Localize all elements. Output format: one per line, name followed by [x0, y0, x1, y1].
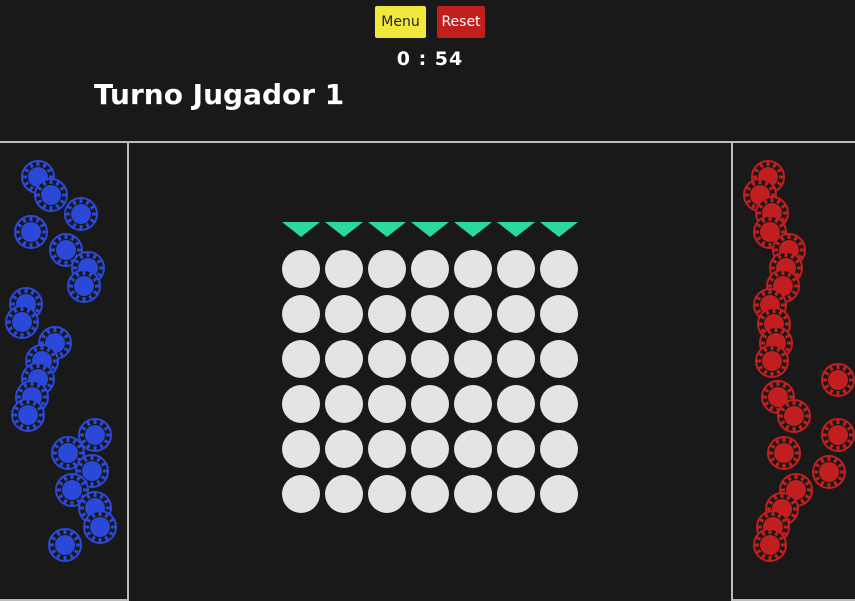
board-cell[interactable] [411, 430, 449, 468]
board-cell[interactable] [411, 385, 449, 423]
turn-indicator: Turno Jugador 1 [94, 78, 345, 111]
player2-chip[interactable] [754, 343, 790, 379]
board-cell[interactable] [540, 385, 578, 423]
player1-chip[interactable] [77, 417, 113, 453]
player2-chip[interactable] [820, 417, 855, 453]
board-cell[interactable] [368, 295, 406, 333]
drop-arrow-column-2[interactable] [325, 222, 363, 237]
player1-chip[interactable] [63, 196, 99, 232]
drop-arrow-column-5[interactable] [454, 222, 492, 237]
player1-chip[interactable] [10, 397, 46, 433]
board-cell[interactable] [540, 430, 578, 468]
board-cell[interactable] [454, 295, 492, 333]
player1-chip[interactable] [66, 268, 102, 304]
board-cell[interactable] [368, 475, 406, 513]
player1-chip[interactable] [47, 527, 83, 563]
reset-button[interactable]: Reset [437, 6, 485, 38]
player2-chip[interactable] [811, 454, 847, 490]
player1-chip[interactable] [4, 304, 40, 340]
board-cell[interactable] [411, 295, 449, 333]
board-cell[interactable] [540, 340, 578, 378]
drop-arrow-column-6[interactable] [497, 222, 535, 237]
board-cell[interactable] [497, 430, 535, 468]
board-cell[interactable] [411, 250, 449, 288]
game-board [282, 222, 580, 513]
board-cell[interactable] [454, 340, 492, 378]
board-cell[interactable] [454, 430, 492, 468]
board-cell[interactable] [325, 250, 363, 288]
board-cell[interactable] [325, 340, 363, 378]
board-cell[interactable] [282, 295, 320, 333]
board-cell[interactable] [368, 340, 406, 378]
board-cell[interactable] [497, 385, 535, 423]
drop-arrow-column-1[interactable] [282, 222, 320, 237]
top-bar: Menu Reset 0 : 54 Turno Jugador 1 [0, 0, 855, 141]
drop-arrow-column-7[interactable] [540, 222, 578, 237]
board-cell[interactable] [411, 475, 449, 513]
board-cell[interactable] [497, 475, 535, 513]
board-cell[interactable] [497, 340, 535, 378]
board-cell[interactable] [454, 250, 492, 288]
board-cell[interactable] [540, 295, 578, 333]
board-cell[interactable] [325, 430, 363, 468]
player1-chip[interactable] [13, 214, 49, 250]
game-timer: 0 : 54 [396, 48, 464, 70]
board-cell[interactable] [540, 475, 578, 513]
player2-chip[interactable] [766, 435, 802, 471]
board-cell[interactable] [497, 295, 535, 333]
board-cell[interactable] [368, 430, 406, 468]
board-cell[interactable] [368, 250, 406, 288]
board-cell[interactable] [282, 430, 320, 468]
board-cell[interactable] [282, 250, 320, 288]
drop-arrow-column-3[interactable] [368, 222, 406, 237]
player2-chip[interactable] [820, 362, 855, 398]
board-cell[interactable] [497, 250, 535, 288]
board-cell[interactable] [454, 475, 492, 513]
player2-chip[interactable] [776, 398, 812, 434]
board-cell[interactable] [325, 475, 363, 513]
board-cell[interactable] [411, 340, 449, 378]
board-cell[interactable] [325, 295, 363, 333]
menu-button[interactable]: Menu [375, 6, 426, 38]
board-cell[interactable] [282, 385, 320, 423]
board-cell[interactable] [368, 385, 406, 423]
player1-chip[interactable] [82, 509, 118, 545]
board-cell[interactable] [540, 250, 578, 288]
board-cell[interactable] [282, 340, 320, 378]
board-cell[interactable] [282, 475, 320, 513]
board-cell[interactable] [325, 385, 363, 423]
board-cell[interactable] [454, 385, 492, 423]
drop-arrow-column-4[interactable] [411, 222, 449, 237]
player2-chip[interactable] [752, 527, 788, 563]
